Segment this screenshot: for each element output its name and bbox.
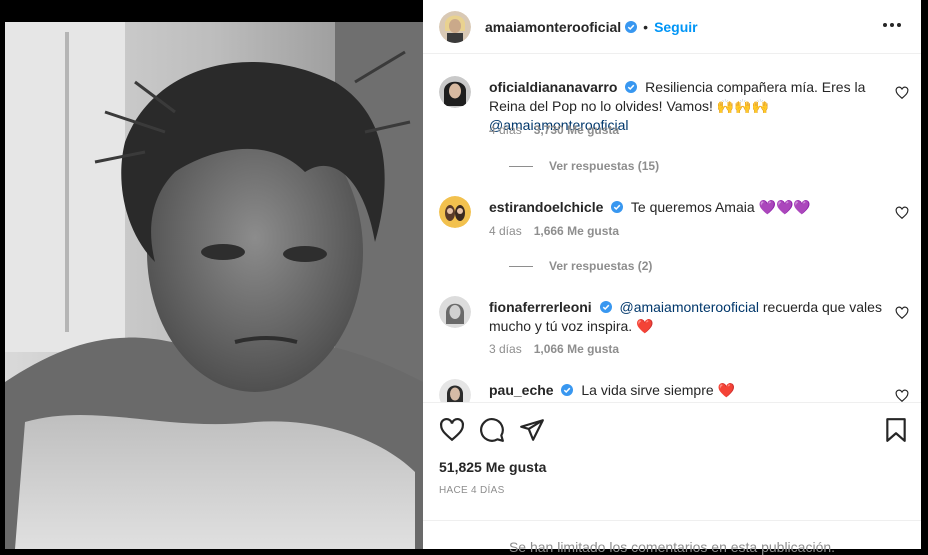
comment-message: La vida sirve siempre ❤️	[581, 382, 735, 398]
comments-limited-notice: Se han limitado los comentarios en esta …	[423, 520, 921, 555]
comments-list[interactable]: oficialdiananavarro Resiliencia compañer…	[423, 55, 921, 402]
comment-text: pau_eche La vida sirve siempre ❤️	[489, 381, 889, 400]
post-time[interactable]: HACE 4 DÍAS	[439, 485, 505, 496]
post-photo[interactable]	[5, 22, 423, 549]
comment-meta: 3 días 1,066 Me gusta	[489, 342, 619, 356]
likes-count[interactable]: 51,825 Me gusta	[439, 459, 546, 475]
verified-icon	[625, 81, 638, 93]
comment-icon[interactable]	[479, 417, 505, 443]
commenter-avatar[interactable]	[439, 76, 471, 108]
share-icon[interactable]	[519, 417, 545, 443]
heart-icon[interactable]	[895, 389, 909, 402]
author-username[interactable]: amaiamonterooficial	[485, 19, 621, 35]
comment-username[interactable]: oficialdiananavarro	[489, 79, 617, 95]
comment-time[interactable]: 3 días	[489, 342, 522, 356]
comment-text: fionaferrerleoni @amaiamonterooficial re…	[489, 298, 889, 336]
comment-time[interactable]: 4 días	[489, 123, 522, 137]
comment-time[interactable]: 4 días	[489, 224, 522, 238]
like-button[interactable]	[439, 417, 465, 443]
more-options-icon[interactable]	[881, 14, 903, 36]
post-actions: 51,825 Me gusta HACE 4 DÍAS Se han limit…	[423, 402, 921, 555]
right-edge	[921, 0, 928, 549]
comment-text: estirandoelchicle Te queremos Amaia 💜💜💜	[489, 198, 889, 217]
commenter-avatar[interactable]	[439, 196, 471, 228]
header-separator: •	[643, 18, 649, 35]
comment-meta: 4 días 3,730 Me gusta	[489, 123, 619, 137]
heart-icon[interactable]	[895, 306, 909, 320]
verified-icon	[611, 201, 624, 213]
view-replies-button[interactable]: Ver respuestas (15)	[509, 159, 659, 173]
replies-divider	[509, 165, 533, 167]
replies-divider	[509, 265, 533, 267]
comment-username[interactable]: fionaferrerleoni	[489, 299, 592, 315]
comment-message: Te queremos Amaia 💜💜💜	[630, 199, 811, 215]
verified-icon	[599, 301, 612, 313]
view-replies-button[interactable]: Ver respuestas (2)	[509, 259, 652, 273]
save-icon[interactable]	[883, 417, 909, 443]
comment-username[interactable]: estirandoelchicle	[489, 199, 603, 215]
post-photo-image	[5, 22, 423, 549]
comment-meta: 4 días 1,666 Me gusta	[489, 224, 619, 238]
commenter-avatar[interactable]	[439, 379, 471, 402]
post-modal: amaiamonterooficial • Seguir oficialdian…	[0, 0, 928, 555]
follow-button[interactable]: Seguir	[654, 19, 698, 35]
heart-icon[interactable]	[895, 206, 909, 220]
verified-icon	[561, 384, 574, 396]
heart-icon[interactable]	[895, 86, 909, 100]
post-header: amaiamonterooficial • Seguir	[423, 0, 921, 54]
comment-likes[interactable]: 1,066 Me gusta	[534, 342, 619, 356]
comment-likes[interactable]: 1,666 Me gusta	[534, 224, 619, 238]
comment-mention[interactable]: @amaiamonterooficial	[619, 299, 759, 315]
post-details-panel: amaiamonterooficial • Seguir oficialdian…	[423, 0, 921, 555]
commenter-avatar[interactable]	[439, 296, 471, 328]
author-avatar[interactable]	[439, 10, 471, 43]
verified-icon	[625, 20, 638, 33]
comment-username[interactable]: pau_eche	[489, 382, 554, 398]
comment-likes[interactable]: 3,730 Me gusta	[534, 123, 619, 137]
view-replies-label: Ver respuestas (15)	[549, 159, 660, 173]
view-replies-label: Ver respuestas (2)	[549, 259, 653, 273]
